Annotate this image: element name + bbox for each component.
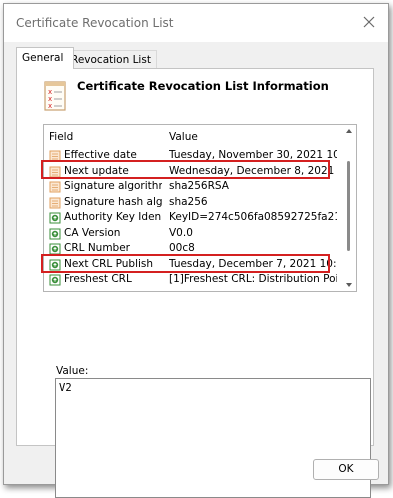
scroll-up-arrow-icon[interactable] <box>346 129 352 133</box>
title-bar: Certificate Revocation List <box>4 4 388 42</box>
list-row[interactable]: Freshest CRL [1]Freshest CRL: Distributio… <box>44 272 341 288</box>
tab-revocation-list[interactable]: Revocation List <box>65 50 157 69</box>
scroll-thumb[interactable] <box>347 161 350 251</box>
row-field: Signature hash alg... <box>64 195 162 208</box>
row-field: Signature algorithm <box>64 180 162 192</box>
document-icon <box>49 181 61 193</box>
crl-dialog: Certificate Revocation List General Revo… <box>3 3 389 498</box>
row-field: CA Version <box>64 226 121 239</box>
close-icon[interactable] <box>360 13 378 31</box>
svg-text:x: x <box>48 102 52 110</box>
list-row[interactable]: Signature hash alg... sha256 <box>44 195 341 211</box>
row-value: sha256 <box>169 195 208 208</box>
row-field: Authority Key Iden... <box>64 211 162 223</box>
panel-heading: Certificate Revocation List Information <box>77 79 329 93</box>
extension-icon <box>49 212 61 224</box>
value-text: V2 <box>59 382 72 394</box>
value-textbox[interactable]: V2 <box>55 378 371 498</box>
scroll-down-arrow-icon[interactable] <box>346 283 352 287</box>
row-value: V0.0 <box>169 226 193 239</box>
column-header-value[interactable]: Value <box>169 131 198 143</box>
row-value: KeyID=274c506fa08592725fa210... <box>169 211 337 223</box>
list-row[interactable]: Signature algorithm sha256RSA <box>44 179 341 195</box>
crl-document-icon: x x x <box>44 81 66 111</box>
row-value: sha256RSA <box>169 180 229 192</box>
column-header-field[interactable]: Field <box>49 131 73 143</box>
value-label: Value: <box>56 365 89 377</box>
window-title: Certificate Revocation List <box>16 16 174 30</box>
vertical-scrollbar[interactable] <box>342 125 356 291</box>
extension-icon <box>49 274 61 286</box>
list-header: Field Value <box>44 125 341 147</box>
row-value: [1]Freshest CRL: Distribution Point... <box>169 273 337 285</box>
tab-general[interactable]: General <box>16 47 74 69</box>
highlight-box <box>41 160 330 179</box>
document-icon <box>49 197 61 208</box>
list-row[interactable]: Authority Key Iden... KeyID=274c506fa0859… <box>44 210 341 226</box>
list-row[interactable]: CA Version V0.0 <box>44 226 341 242</box>
ok-button[interactable]: OK <box>313 459 379 480</box>
extension-icon <box>49 228 61 239</box>
row-field: Freshest CRL <box>64 273 132 285</box>
highlight-box <box>41 254 330 273</box>
